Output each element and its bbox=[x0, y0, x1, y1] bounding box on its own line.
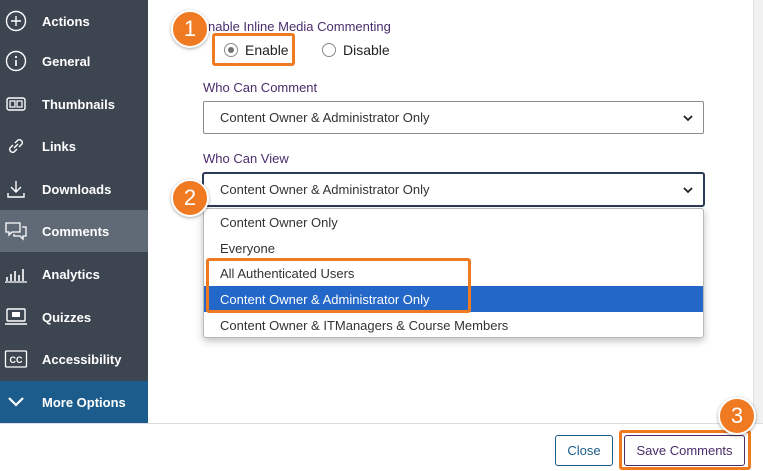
sidebar-item-quizzes[interactable]: Quizzes bbox=[0, 296, 148, 338]
sidebar-item-general[interactable]: General bbox=[0, 40, 148, 82]
callout-highlight-enable bbox=[212, 33, 295, 66]
callout-badge-1: 1 bbox=[171, 10, 209, 48]
sidebar-item-downloads[interactable]: Downloads bbox=[0, 168, 148, 210]
callout-badge-3: 3 bbox=[718, 397, 756, 435]
disable-radio-label: Disable bbox=[343, 42, 390, 58]
download-icon bbox=[4, 177, 28, 201]
comments-icon bbox=[4, 219, 28, 243]
sidebar-item-label: Accessibility bbox=[42, 351, 122, 367]
plus-circle-icon bbox=[4, 9, 28, 33]
analytics-icon bbox=[4, 262, 28, 286]
sidebar-item-analytics[interactable]: Analytics bbox=[0, 253, 148, 295]
panel-scrollbar[interactable] bbox=[753, 0, 763, 423]
who-can-view-value: Content Owner & Administrator Only bbox=[220, 182, 430, 197]
sidebar-item-actions[interactable]: Actions bbox=[0, 0, 148, 42]
quiz-icon bbox=[4, 305, 28, 329]
svg-text:CC: CC bbox=[10, 355, 23, 365]
view-option-content-owner-only[interactable]: Content Owner Only bbox=[204, 209, 703, 235]
callout-badge-2: 2 bbox=[171, 179, 209, 217]
who-can-comment-select[interactable]: Content Owner & Administrator Only bbox=[203, 101, 704, 134]
sidebar-item-label: Thumbnails bbox=[42, 96, 115, 112]
sidebar-item-label: Comments bbox=[42, 223, 110, 239]
callout-highlight-options bbox=[206, 258, 471, 313]
view-option-owner-itmanagers-course-members[interactable]: Content Owner & ITManagers & Course Memb… bbox=[204, 312, 703, 338]
close-button[interactable]: Close bbox=[555, 435, 613, 466]
chevron-down-icon bbox=[4, 390, 28, 414]
sidebar-item-thumbnails[interactable]: Thumbnails bbox=[0, 83, 148, 125]
cc-icon: CC bbox=[4, 347, 28, 371]
who-can-comment-label: Who Can Comment bbox=[203, 80, 318, 95]
sidebar-item-comments[interactable]: Comments bbox=[0, 210, 148, 252]
disable-radio[interactable]: Disable bbox=[322, 42, 390, 58]
sidebar-item-label: Downloads bbox=[42, 181, 112, 197]
sidebar-item-accessibility[interactable]: CC Accessibility bbox=[0, 338, 148, 380]
link-icon bbox=[4, 134, 28, 158]
sidebar-item-label: Links bbox=[42, 138, 76, 154]
sidebar-item-label: Actions bbox=[42, 13, 90, 29]
who-can-view-select[interactable]: Content Owner & Administrator Only bbox=[203, 173, 704, 206]
sidebar-more-options[interactable]: More Options bbox=[0, 381, 148, 423]
enable-commenting-label: nable Inline Media Commenting bbox=[208, 19, 391, 34]
chevron-down-icon bbox=[683, 187, 693, 194]
chevron-down-icon bbox=[683, 115, 693, 122]
callout-highlight-save bbox=[619, 430, 751, 470]
more-options-label: More Options bbox=[42, 394, 126, 410]
sidebar-item-label: Analytics bbox=[42, 266, 100, 282]
disable-radio-button[interactable] bbox=[322, 43, 336, 57]
sidebar-item-label: Quizzes bbox=[42, 309, 92, 325]
sidebar: Actions General Thumbnails Links Downloa… bbox=[0, 0, 148, 423]
sidebar-item-links[interactable]: Links bbox=[0, 125, 148, 167]
sidebar-item-label: General bbox=[42, 53, 91, 69]
who-can-comment-value: Content Owner & Administrator Only bbox=[220, 110, 430, 125]
who-can-view-label: Who Can View bbox=[203, 151, 289, 166]
thumbnails-icon bbox=[4, 92, 28, 116]
info-icon bbox=[4, 49, 28, 73]
